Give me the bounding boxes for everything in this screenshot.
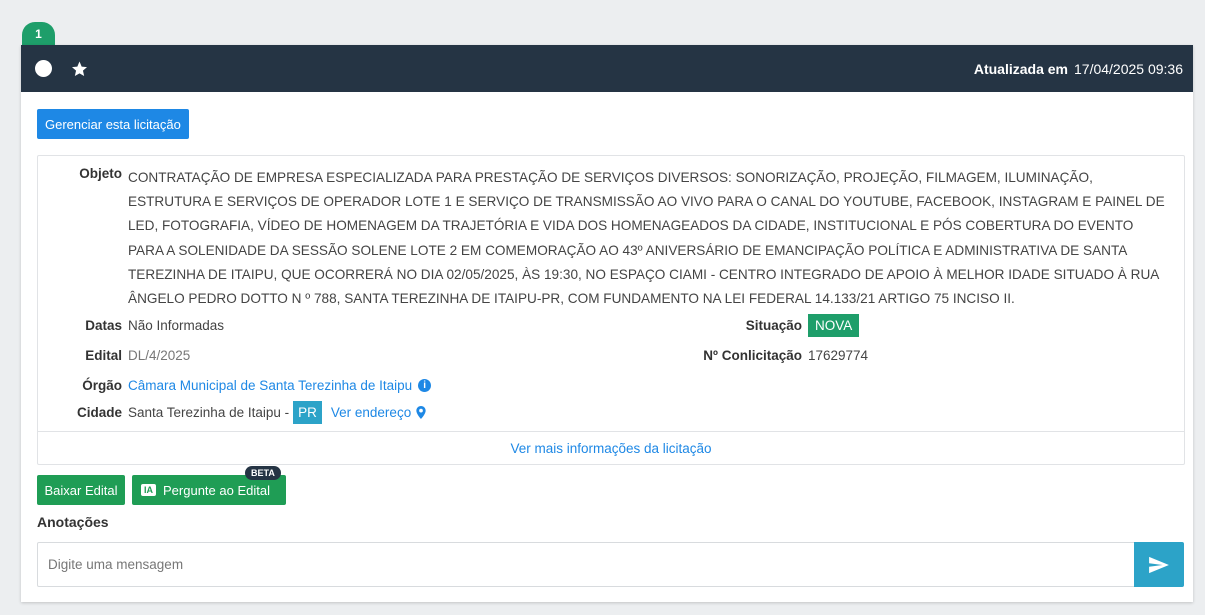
objeto-line: CONTRATAÇÃO DE EMPRESA ESPECIALIZADA PAR… — [128, 170, 1093, 185]
situacao-label: Situação — [745, 318, 802, 333]
ai-icon: IA — [141, 484, 156, 496]
objeto-line: ESTRUTURA E SERVIÇOS DE OPERADOR LOTE 1 … — [128, 194, 1165, 210]
star-icon[interactable] — [70, 60, 89, 78]
map-pin-icon[interactable] — [416, 406, 426, 419]
datas-value: Não Informadas — [128, 318, 225, 333]
updated-info: Atualizada em 17/04/2025 09:36 — [974, 61, 1183, 77]
situacao-row: Situação NOVA — [638, 314, 860, 337]
datas-row: Datas Não Informadas — [38, 318, 224, 333]
status-circle-icon[interactable] — [35, 60, 52, 77]
updated-label: Atualizada em — [973, 60, 1068, 77]
situacao-badge: NOVA — [808, 314, 860, 337]
orgao-link[interactable]: Câmara Municipal de Santa Terezinha de I… — [128, 378, 412, 393]
download-edital-button[interactable]: Baixar Edital — [37, 475, 125, 505]
conlicitacao-label: Nº Conlicitação — [703, 348, 802, 363]
details-box: Objeto CONTRATAÇÃO DE EMPRESA ESPECIALIZ… — [37, 155, 1185, 465]
uf-badge: PR — [293, 401, 322, 424]
manage-licitacao-button[interactable]: Gerenciar esta licitação — [37, 109, 189, 139]
objeto-line: LED, FOTOGRAFIA, VÍDEO DE HOMENAGEM DA T… — [128, 218, 1134, 234]
info-icon[interactable]: i — [418, 379, 432, 392]
updated-date: 17/04/2025 09:36 — [1074, 60, 1183, 77]
ask-edital-label: Pergunte ao Edital — [163, 482, 270, 498]
conlicitacao-row: Nº Conlicitação 17629774 — [638, 348, 868, 363]
more-info-link[interactable]: Ver mais informações da licitação — [38, 441, 1184, 456]
message-input[interactable] — [37, 542, 1135, 587]
cidade-label: Cidade — [76, 405, 122, 420]
send-icon — [1148, 556, 1170, 574]
cidade-row: Cidade Santa Terezinha de Itaipu - PR Ve… — [38, 401, 426, 424]
objeto-line: TEREZINHA DE ITAIPU, QUE OCORRERÁ NO DIA… — [128, 266, 1160, 282]
objeto-line: ÂNGELO PEDRO DOTTO N º 788, SANTA TEREZI… — [128, 291, 1015, 307]
orgao-row: Órgão Câmara Municipal de Santa Terezinh… — [38, 378, 432, 393]
objeto-text: CONTRATAÇÃO DE EMPRESA ESPECIALIZADA PAR… — [128, 166, 1165, 311]
edital-value: DL/4/2025 — [128, 348, 191, 363]
ver-endereco-link[interactable]: Ver endereço — [331, 405, 411, 420]
card-header: Atualizada em 17/04/2025 09:36 — [21, 45, 1193, 92]
beta-badge: BETA — [245, 466, 281, 480]
details-divider — [38, 431, 1184, 432]
objeto-line: PARA A SOLENIDADE DA SESSÃO SOLENE LOTE … — [128, 242, 1128, 258]
send-message-button[interactable] — [1134, 542, 1184, 587]
objeto-row: Objeto CONTRATAÇÃO DE EMPRESA ESPECIALIZ… — [38, 166, 1178, 311]
orgao-label: Órgão — [82, 378, 122, 393]
cidade-value: Santa Terezinha de Itaipu - — [128, 405, 290, 420]
licitacao-card: Atualizada em 17/04/2025 09:36 Gerenciar … — [21, 45, 1193, 602]
datas-label: Datas — [85, 318, 122, 333]
objeto-label: Objeto — [79, 166, 122, 181]
edital-row: Edital DL/4/2025 — [38, 348, 190, 363]
edital-label: Edital — [85, 348, 122, 363]
notes-title: Anotações — [37, 514, 109, 530]
conlicitacao-value: 17629774 — [808, 348, 869, 363]
